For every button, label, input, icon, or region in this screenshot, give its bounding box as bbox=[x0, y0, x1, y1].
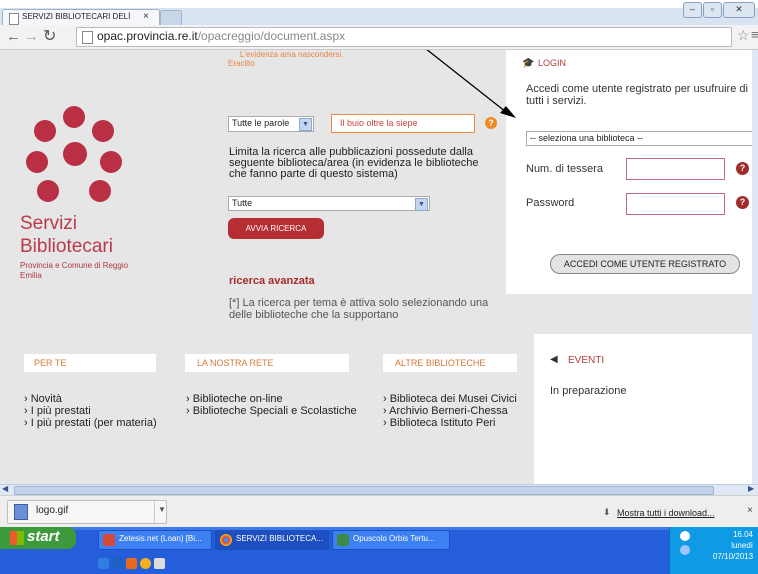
browser-icon[interactable] bbox=[112, 558, 123, 569]
reload-icon[interactable]: ↻ bbox=[43, 26, 56, 46]
vertical-scrollbar[interactable] bbox=[752, 50, 758, 484]
system-tray: 16.04 lunedì 07/10/2013 bbox=[669, 527, 758, 574]
page-content: Servizi Bibliotecari Provincia e Comune … bbox=[0, 50, 752, 484]
scroll-right-icon[interactable]: ▶ bbox=[748, 484, 754, 493]
close-icon[interactable]: × bbox=[143, 11, 149, 22]
download-icon: ⬇ bbox=[603, 507, 611, 517]
clock: 16.04 lunedì 07/10/2013 bbox=[713, 530, 754, 561]
menu-icon[interactable]: ≡ bbox=[751, 27, 758, 42]
maximize-button[interactable]: ▫ bbox=[703, 2, 722, 18]
close-window-button[interactable]: ✕ bbox=[723, 2, 755, 18]
ie-icon[interactable] bbox=[98, 558, 109, 569]
horizontal-scrollbar[interactable]: ◀ ▶ bbox=[0, 484, 758, 495]
image-file-icon bbox=[14, 504, 28, 520]
media-icon[interactable] bbox=[126, 558, 137, 569]
show-all-downloads-link[interactable]: Mostra tutti i download... bbox=[617, 508, 715, 518]
page-icon bbox=[82, 31, 93, 44]
chevron-down-icon[interactable]: ▼ bbox=[158, 505, 166, 514]
document-icon bbox=[337, 534, 349, 546]
taskbar-item-chrome[interactable]: SERVIZI BIBLIOTECA... bbox=[215, 530, 329, 550]
new-tab-button[interactable] bbox=[160, 10, 182, 26]
page-icon bbox=[9, 13, 19, 25]
scroll-thumb[interactable] bbox=[14, 486, 714, 495]
forward-icon[interactable]: → bbox=[24, 28, 39, 45]
scroll-left-icon[interactable]: ◀ bbox=[2, 484, 8, 493]
download-filename: logo.gif bbox=[36, 505, 69, 516]
tray-icon[interactable] bbox=[680, 545, 690, 555]
star-icon[interactable]: ☆ bbox=[737, 27, 750, 44]
taskbar-item-zetesis[interactable]: Zetesis.net (Loan) [Bi... bbox=[98, 530, 212, 550]
download-item[interactable]: logo.gif ▼ bbox=[7, 500, 167, 524]
annotation-arrow bbox=[426, 50, 516, 118]
app-icon bbox=[103, 534, 115, 546]
back-icon[interactable]: ← bbox=[6, 28, 21, 45]
tab-title: SERVIZI BIBLIOTECARI DELİ bbox=[22, 12, 131, 21]
browser-tab[interactable]: SERVIZI BIBLIOTECARI DELİ × bbox=[2, 9, 160, 26]
start-button[interactable]: start bbox=[0, 527, 76, 549]
url-text: opac.provincia.re.it/opacreggio/document… bbox=[97, 29, 346, 43]
close-icon[interactable]: × bbox=[747, 505, 753, 516]
url-field[interactable]: opac.provincia.re.it/opacreggio/document… bbox=[76, 27, 732, 47]
minimize-button[interactable]: – bbox=[683, 2, 702, 18]
chrome-icon bbox=[220, 534, 232, 546]
address-bar: ← → ↻ opac.provincia.re.it/opacreggio/do… bbox=[0, 25, 758, 50]
taskbar: start Zetesis.net (Loan) [Bi... SERVIZI … bbox=[0, 527, 758, 574]
windows-logo-icon bbox=[10, 531, 24, 545]
desktop-icon[interactable] bbox=[154, 558, 165, 569]
tray-icon[interactable] bbox=[680, 531, 690, 541]
download-bar: logo.gif ▼ ⬇ Mostra tutti i download... … bbox=[0, 495, 758, 527]
taskbar-item-opuscolo[interactable]: Opuscolo Orbis Tertu... bbox=[332, 530, 450, 550]
chrome-icon[interactable] bbox=[140, 558, 151, 569]
